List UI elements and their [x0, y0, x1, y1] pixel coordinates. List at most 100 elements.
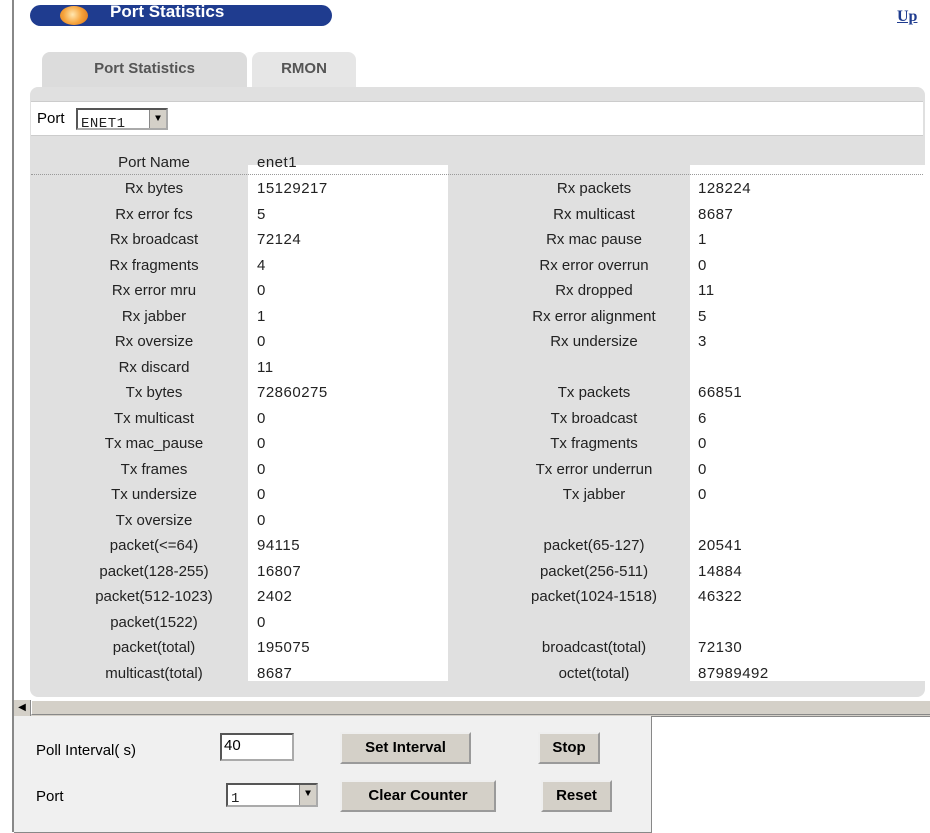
port-select-value: ENET1: [81, 116, 126, 132]
stat-label: Rx error fcs: [115, 205, 193, 223]
stat-value: 1: [257, 307, 266, 325]
stat-label: multicast(total): [105, 664, 203, 682]
stat-label: Rx fragments: [109, 256, 199, 274]
page-title: Port Statistics: [110, 2, 225, 21]
stat-value: 11: [257, 358, 274, 376]
stat-label: packet(512-1023): [95, 588, 213, 605]
stat-label: Tx broadcast: [550, 409, 638, 427]
chevron-down-icon[interactable]: ▼: [149, 110, 166, 128]
stat-label: packet(1024-1518): [531, 588, 657, 605]
port-select[interactable]: ENET1 ▼: [76, 108, 168, 132]
stat-label: Rx discard: [118, 358, 190, 376]
stat-row: packet(<=64) 94115 packet(65-127) 20541: [40, 533, 925, 559]
stat-value: 0: [698, 256, 707, 274]
stat-label: Tx multicast: [113, 409, 194, 427]
stat-row: Tx bytes 72860275 Tx packets 66851: [40, 380, 925, 406]
port-select-bottom-value: 1: [231, 791, 240, 807]
stat-row: packet(512-1023) 2402 packet(1024-1518) 463…: [40, 584, 925, 610]
stat-value: 1: [698, 231, 707, 248]
stat-label: Rx oversize: [114, 333, 194, 350]
stat-value: 6: [698, 409, 707, 427]
stat-row: packet(128-255) 16807 packet(256-511) 14884: [40, 559, 925, 585]
stat-value: 5: [257, 205, 266, 223]
stat-value: 66851: [698, 384, 743, 401]
stat-value: 11: [698, 282, 715, 299]
stop-button[interactable]: Stop: [538, 732, 600, 764]
stat-label: Rx undersize: [550, 333, 638, 350]
stat-value: 0: [257, 409, 266, 427]
control-panel: Poll Interval( s) 40 Set Interval Stop P…: [14, 716, 652, 833]
stat-label: Rx error mru: [111, 282, 197, 299]
chevron-down-icon[interactable]: ▼: [299, 785, 316, 805]
stat-label: Tx mac_pause: [104, 435, 204, 452]
stat-row: Rx discard 11: [40, 355, 925, 381]
stat-value: 16807: [257, 562, 302, 580]
up-link[interactable]: Up: [897, 8, 917, 26]
stat-value: 0: [257, 613, 266, 631]
poll-interval-label: Poll Interval( s): [36, 742, 137, 759]
stat-value: 2402: [257, 588, 293, 605]
stat-value: 3: [698, 333, 707, 350]
stat-label: packet(total): [112, 639, 196, 656]
stat-row: Rx error fcs 5 Rx multicast 8687: [40, 202, 925, 228]
stat-label: Tx error underrun: [535, 460, 653, 478]
stat-label: packet(1522): [110, 613, 198, 631]
stat-label: Tx jabber: [562, 486, 626, 503]
stat-value: 128224: [698, 180, 752, 197]
stat-row: Rx jabber 1 Rx error alignment 5: [40, 304, 925, 330]
stat-label: broadcast(total): [541, 639, 647, 656]
stat-value: 72860275: [257, 384, 328, 401]
stat-label: Rx multicast: [553, 205, 635, 223]
stat-label: packet(65-127): [543, 537, 645, 554]
stat-value: 0: [257, 511, 266, 529]
port-name-row: Port Name enet1: [40, 150, 925, 176]
stat-value: 0: [257, 333, 266, 350]
reset-button[interactable]: Reset: [541, 780, 612, 812]
orb-icon: [60, 6, 88, 25]
horizontal-scrollbar[interactable]: ◀: [14, 699, 930, 717]
set-interval-button[interactable]: Set Interval: [340, 732, 471, 764]
stat-value: 72130: [698, 639, 743, 656]
stat-value: 0: [257, 460, 266, 478]
stat-label: Rx broadcast: [109, 231, 199, 248]
stat-row: Tx frames 0 Tx error underrun 0: [40, 457, 925, 483]
scrollbar-thumb[interactable]: [31, 700, 930, 715]
page-title-bar: Port Statistics: [30, 2, 332, 26]
stat-label: Tx packets: [557, 384, 631, 401]
clear-counter-button[interactable]: Clear Counter: [340, 780, 496, 812]
stat-label: packet(256-511): [539, 562, 649, 580]
stat-value: 8687: [257, 664, 293, 682]
stat-value: 94115: [257, 537, 301, 554]
stat-row: Rx error mru 0 Rx dropped 11: [40, 278, 925, 304]
stat-label: Rx dropped: [555, 282, 633, 299]
stat-row: Tx undersize 0 Tx jabber 0: [40, 482, 925, 508]
stat-label: Rx bytes: [124, 180, 184, 197]
stat-value: 8687: [698, 205, 734, 223]
stat-label: Tx fragments: [550, 435, 638, 452]
poll-interval-input[interactable]: 40: [220, 733, 294, 761]
stat-value: 0: [257, 435, 266, 452]
stat-label: Rx error overrun: [539, 256, 649, 274]
tab-port-statistics[interactable]: Port Statistics: [42, 52, 247, 90]
stat-label: Tx oversize: [115, 511, 193, 529]
stat-value: 0: [257, 486, 266, 503]
stat-row: Tx mac_pause 0 Tx fragments 0: [40, 431, 925, 457]
stat-value: 14884: [698, 562, 743, 580]
stat-row: Rx bytes 15129217 Rx packets 128224: [40, 176, 925, 202]
stat-value: 4: [257, 256, 266, 274]
stat-row: Rx broadcast 72124 Rx mac pause 1: [40, 227, 925, 253]
stat-row: Tx multicast 0 Tx broadcast 6: [40, 406, 925, 432]
port-name-label: Port Name: [118, 154, 190, 171]
stat-label: packet(<=64): [109, 537, 199, 554]
stat-label: octet(total): [558, 664, 630, 682]
scroll-left-icon[interactable]: ◀: [14, 700, 31, 716]
stat-value: 72124: [257, 231, 302, 248]
port-select-bottom[interactable]: 1 ▼: [226, 783, 318, 807]
stat-label: Tx bytes: [125, 384, 183, 401]
tab-rmon[interactable]: RMON: [252, 52, 356, 90]
port-select-label: Port: [37, 110, 65, 127]
stat-row: Tx oversize 0: [40, 508, 925, 534]
stat-label: Rx packets: [556, 180, 632, 197]
stat-label: packet(128-255): [99, 562, 209, 580]
port-name-value: enet1: [257, 154, 298, 171]
